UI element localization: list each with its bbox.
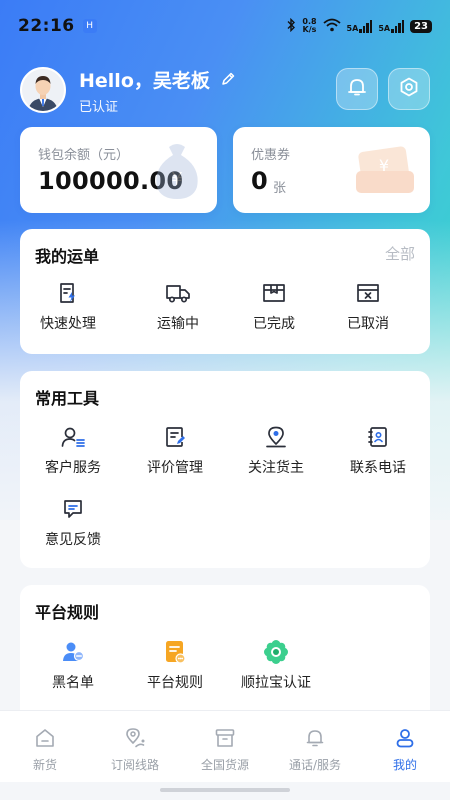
- network-speed: 0.8 K/s: [302, 18, 316, 34]
- platform-rules-panel: 平台规则 黑名单 平台规则 顺拉宝认证: [20, 585, 430, 710]
- tool-item-label: 评价管理: [147, 460, 203, 476]
- bell-icon: [304, 727, 326, 753]
- order-item-label: 已完成: [253, 316, 295, 332]
- tool-follow-shipper[interactable]: 关注货主: [228, 423, 324, 479]
- truck-icon: [164, 279, 192, 307]
- location-pin-icon: [264, 423, 288, 451]
- user-icon: [394, 727, 416, 753]
- customer-service-icon: [60, 423, 86, 451]
- order-item-label: 快速处理: [40, 316, 96, 332]
- nav-national-cargo[interactable]: 全国货源: [180, 711, 270, 782]
- contact-book-icon: [366, 423, 390, 451]
- box-cancel-icon: [355, 279, 381, 307]
- orders-title: 我的运单: [35, 247, 100, 266]
- status-indicators: 0.8 K/s 5A 5A 23: [286, 17, 432, 35]
- battery-indicator: 23: [410, 19, 432, 33]
- tool-contact-phone[interactable]: 联系电话: [330, 423, 426, 479]
- blacklist-user-icon: [61, 638, 85, 666]
- bluetooth-icon: [286, 17, 296, 35]
- settings-icon: [398, 76, 420, 102]
- tool-review-management[interactable]: 评价管理: [127, 423, 223, 479]
- route-pin-icon: [124, 727, 146, 753]
- tool-item-label: 意见反馈: [45, 532, 101, 548]
- common-tools-panel: 常用工具 客户服务 评价管理 关注货主 联系电话 意见反馈: [20, 371, 430, 568]
- verification-status: 已认证: [79, 99, 119, 115]
- svg-text:¥: ¥: [379, 156, 389, 175]
- order-item-label: 运输中: [157, 316, 199, 332]
- bottom-navigation: 新货 订阅线路 全国货源 通话/服务 我的: [0, 710, 450, 782]
- rule-item-label: 平台规则: [147, 675, 203, 691]
- box-complete-icon: [261, 279, 287, 307]
- pencil-icon[interactable]: [220, 71, 236, 87]
- coupon-ticket-icon: ¥: [352, 141, 418, 205]
- rule-certification[interactable]: 顺拉宝认证: [228, 638, 324, 694]
- nav-new-cargo[interactable]: 新货: [0, 711, 90, 782]
- signal-label-2: 5A: [378, 23, 391, 33]
- nav-calls-service[interactable]: 通话/服务: [270, 711, 360, 782]
- nav-label: 我的: [392, 758, 417, 772]
- money-bag-icon: ¥: [149, 141, 205, 205]
- user-greeting: Hello，吴老板: [79, 69, 210, 92]
- order-quick-process[interactable]: 快速处理: [20, 279, 116, 335]
- wallet-label: 钱包余额（元）: [38, 148, 130, 163]
- coupon-card[interactable]: 优惠券 0 张 ¥: [233, 127, 430, 213]
- order-item-label: 已取消: [347, 316, 389, 332]
- home-icon: [34, 727, 56, 753]
- rules-document-icon: [163, 638, 187, 666]
- rule-item-label: 黑名单: [52, 675, 94, 691]
- notification-button[interactable]: [336, 68, 378, 110]
- nav-mine[interactable]: 我的: [360, 711, 450, 782]
- profile-info: Hello，吴老板 已认证: [79, 66, 236, 115]
- app-notification-icon: H: [82, 19, 97, 33]
- cell-signal-2: 5A: [378, 19, 405, 33]
- svg-text:¥: ¥: [171, 169, 182, 190]
- net-speed-unit: K/s: [302, 25, 317, 34]
- nav-label: 通话/服务: [288, 758, 342, 772]
- status-bar: 22:16 H 0.8 K/s 5A 5A 23: [0, 0, 450, 52]
- bell-icon: [346, 76, 368, 102]
- coupon-unit: 张: [273, 181, 287, 196]
- nav-label: 订阅线路: [110, 758, 159, 772]
- tool-feedback[interactable]: 意见反馈: [25, 495, 121, 551]
- coupon-count: 0: [251, 167, 268, 195]
- tool-customer-service[interactable]: 客户服务: [25, 423, 121, 479]
- quick-process-icon: [56, 279, 80, 307]
- rules-title: 平台规则: [35, 603, 100, 622]
- tool-item-label: 关注货主: [248, 460, 304, 476]
- order-completed[interactable]: 已完成: [226, 279, 322, 335]
- home-indicator[interactable]: [160, 788, 290, 792]
- cell-signal-1: 5A: [346, 19, 373, 33]
- signal-label-1: 5A: [346, 23, 359, 33]
- settings-button[interactable]: [388, 68, 430, 110]
- wifi-icon: [322, 18, 341, 35]
- profile-header: Hello，吴老板 已认证: [20, 66, 430, 115]
- wallet-balance-card[interactable]: 钱包余额（元） 100000.00 ¥: [20, 127, 217, 213]
- rule-blacklist[interactable]: 黑名单: [25, 638, 121, 694]
- rule-item-label: 顺拉宝认证: [241, 675, 311, 691]
- review-manage-icon: [163, 423, 187, 451]
- tool-item-label: 客户服务: [45, 460, 101, 476]
- tool-item-label: 联系电话: [350, 460, 406, 476]
- nav-label: 新货: [32, 758, 57, 772]
- my-orders-panel: 我的运单 全部 快速处理 运输中 已完成 已取消: [20, 229, 430, 354]
- archive-box-icon: [214, 727, 236, 753]
- rule-platform-rules[interactable]: 平台规则: [127, 638, 223, 694]
- status-time: 22:16: [18, 16, 75, 36]
- nav-label: 全国货源: [200, 758, 249, 772]
- order-in-transit[interactable]: 运输中: [130, 279, 226, 335]
- coupon-label: 优惠券: [251, 148, 291, 163]
- order-cancelled[interactable]: 已取消: [320, 279, 416, 335]
- certification-flower-icon: [263, 638, 289, 666]
- greeting-row: Hello，吴老板: [79, 66, 236, 93]
- nav-subscribed-routes[interactable]: 订阅线路: [90, 711, 180, 782]
- orders-all-link[interactable]: 全部: [385, 243, 415, 264]
- tools-title: 常用工具: [35, 389, 100, 408]
- feedback-icon: [61, 495, 85, 523]
- avatar[interactable]: [20, 67, 66, 113]
